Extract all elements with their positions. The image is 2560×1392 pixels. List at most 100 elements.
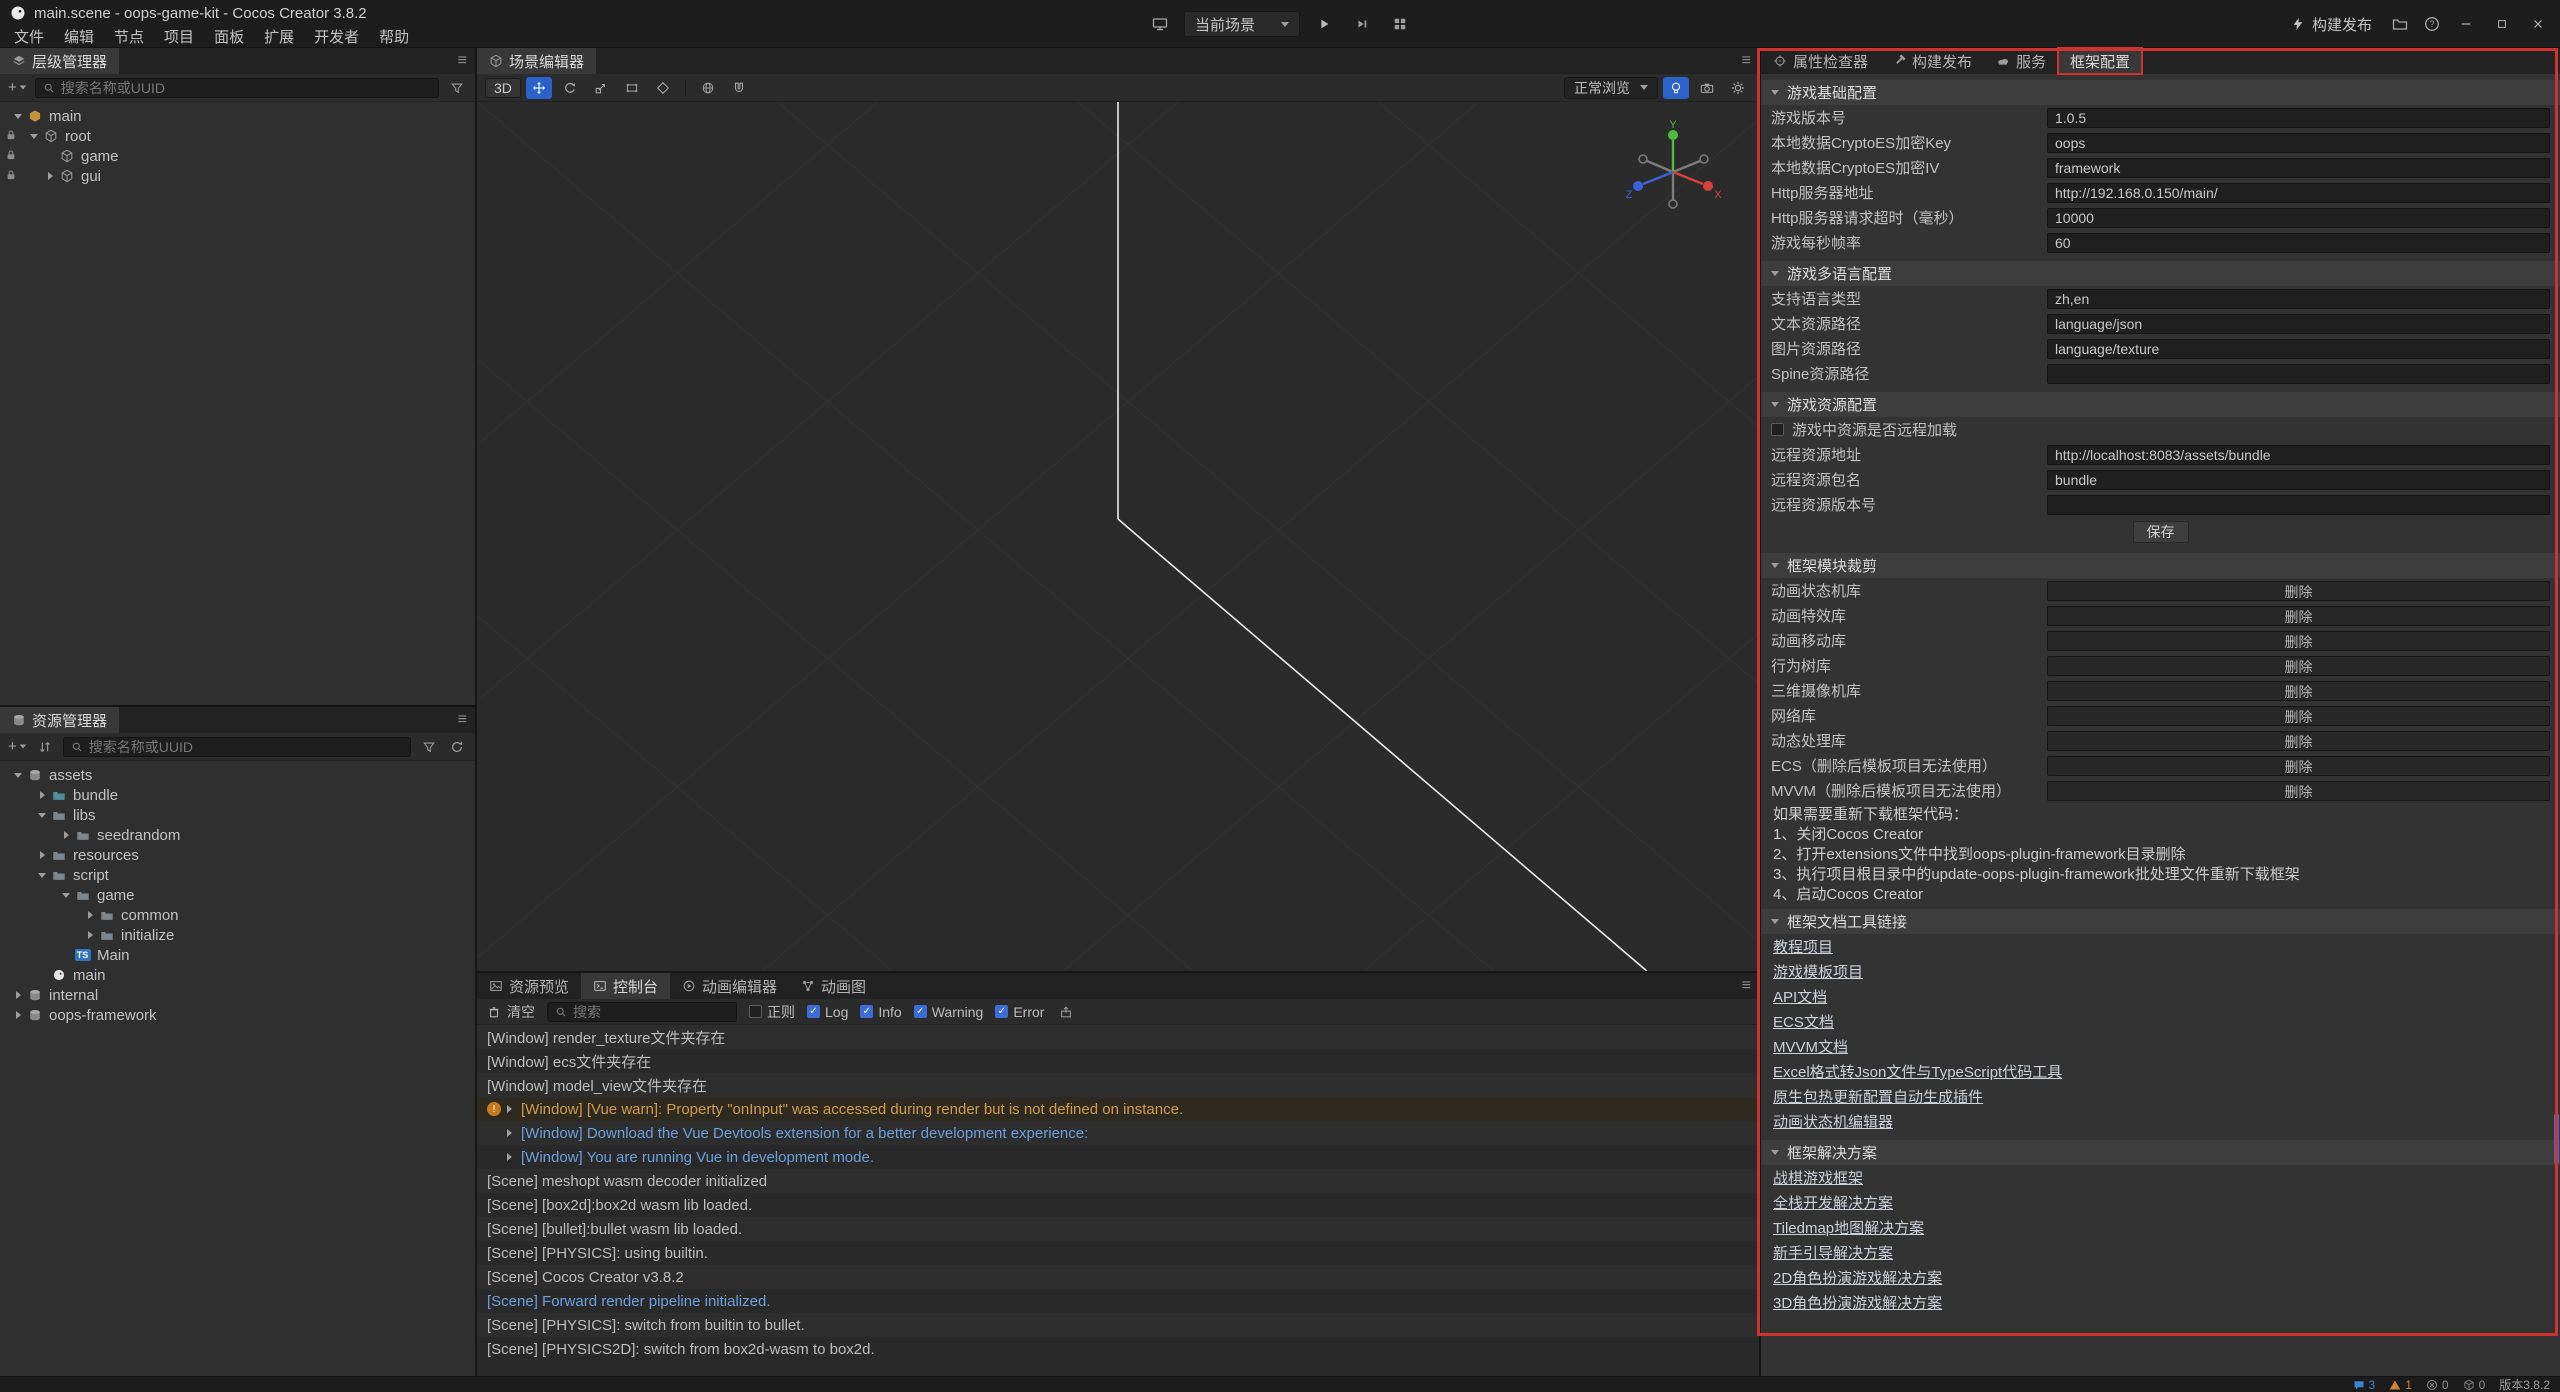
asset-row-main-scene[interactable]: main: [0, 965, 475, 985]
panel-menu-icon[interactable]: ≡: [1742, 48, 1751, 74]
build-publish-button[interactable]: 构建发布: [2281, 10, 2382, 38]
tree-row-root[interactable]: root: [0, 126, 475, 146]
menu-extension[interactable]: 扩展: [254, 26, 304, 47]
link-ecs-docs[interactable]: ECS文档: [1773, 1011, 1834, 1032]
delete-button[interactable]: 删除: [2047, 581, 2550, 601]
link-api-docs[interactable]: API文档: [1773, 986, 1827, 1007]
hierarchy-search-input[interactable]: 搜索名称或UUID: [35, 78, 439, 98]
crypto-iv-input[interactable]: [2047, 158, 2550, 178]
link-war-chess[interactable]: 战棋游戏框架: [1773, 1167, 1863, 1188]
tab-build-publish[interactable]: 构建发布: [1880, 48, 1984, 74]
expand-arrow-icon[interactable]: [507, 1153, 521, 1161]
tab-property-inspector[interactable]: 属性检查器: [1761, 48, 1880, 74]
link-2d-rpg[interactable]: 2D角色扮演游戏解决方案: [1773, 1267, 1942, 1288]
link-hotupdate-plugin[interactable]: 原生包热更新配置自动生成插件: [1773, 1086, 1983, 1107]
create-asset-button[interactable]: +: [8, 738, 27, 755]
tab-service[interactable]: 服务: [1984, 48, 2058, 74]
expand-arrow-icon[interactable]: [507, 1129, 521, 1137]
link-mvvm-docs[interactable]: MVVM文档: [1773, 1036, 1848, 1057]
transform-tool-button[interactable]: [650, 77, 676, 99]
axis-gizmo[interactable]: Y X Z: [1623, 120, 1723, 220]
link-tutorial-project[interactable]: 教程项目: [1773, 936, 1833, 957]
gear-icon[interactable]: [1725, 77, 1751, 99]
mode-3d-toggle[interactable]: 3D: [485, 78, 521, 98]
asset-row-common[interactable]: common: [0, 905, 475, 925]
menu-developer[interactable]: 开发者: [304, 26, 369, 47]
filter-icon[interactable]: [447, 78, 467, 98]
filter-error-checkbox[interactable]: ✓Error: [995, 1004, 1044, 1020]
filter-icon[interactable]: [419, 737, 439, 757]
menu-edit[interactable]: 编辑: [54, 26, 104, 47]
refresh-icon[interactable]: [447, 737, 467, 757]
asset-row-seedrandom[interactable]: seedrandom: [0, 825, 475, 845]
help-button[interactable]: [2418, 11, 2446, 37]
crypto-key-input[interactable]: [2047, 133, 2550, 153]
lock-icon[interactable]: [5, 169, 19, 183]
image-res-path-input[interactable]: [2047, 339, 2550, 359]
section-language[interactable]: 游戏多语言配置: [1761, 261, 2560, 286]
lock-icon[interactable]: [5, 149, 19, 163]
link-3d-rpg[interactable]: 3D角色扮演游戏解决方案: [1773, 1292, 1942, 1313]
link-excel-tool[interactable]: Excel格式转Json文件与TypeScript代码工具: [1773, 1061, 2062, 1082]
section-modules[interactable]: 框架模块裁剪: [1761, 553, 2560, 578]
asset-row-script[interactable]: script: [0, 865, 475, 885]
regex-checkbox[interactable]: 正则: [749, 1002, 795, 1022]
delete-button[interactable]: 删除: [2047, 606, 2550, 626]
link-template-project[interactable]: 游戏模板项目: [1773, 961, 1863, 982]
asset-row-internal[interactable]: internal: [0, 985, 475, 1005]
tab-animation-graph[interactable]: 动画图: [789, 973, 878, 999]
scene-light-toggle[interactable]: [1663, 77, 1689, 99]
section-solutions[interactable]: 框架解决方案: [1761, 1140, 2560, 1165]
http-server-input[interactable]: [2047, 183, 2550, 203]
filter-warning-checkbox[interactable]: ✓Warning: [914, 1004, 984, 1020]
remote-res-url-input[interactable]: [2047, 445, 2550, 465]
expand-arrow-icon[interactable]: [42, 172, 58, 180]
view-mode-select[interactable]: 正常浏览: [1564, 77, 1658, 99]
camera-settings-button[interactable]: [1694, 77, 1720, 99]
delete-button[interactable]: 删除: [2047, 781, 2550, 801]
lock-icon[interactable]: [5, 129, 19, 143]
delete-button[interactable]: 删除: [2047, 756, 2550, 776]
tree-row-game[interactable]: game: [0, 146, 475, 166]
preview-platform-icon[interactable]: [1146, 11, 1174, 37]
minimize-button[interactable]: [2450, 0, 2482, 48]
section-resources[interactable]: 游戏资源配置: [1761, 392, 2560, 417]
sort-icon[interactable]: [35, 737, 55, 757]
rotate-tool-button[interactable]: [557, 77, 583, 99]
export-log-icon[interactable]: [1056, 1002, 1076, 1022]
asset-row-oops-framework[interactable]: oops-framework: [0, 1005, 475, 1025]
menu-node[interactable]: 节点: [104, 26, 154, 47]
warning-count-badge[interactable]: 1: [2389, 1378, 2412, 1392]
panel-menu-icon[interactable]: ≡: [458, 707, 467, 733]
create-node-button[interactable]: +: [8, 79, 27, 96]
snap-settings-button[interactable]: [726, 77, 752, 99]
text-res-path-input[interactable]: [2047, 314, 2550, 334]
tree-row-main[interactable]: main: [0, 106, 475, 126]
delete-button[interactable]: 删除: [2047, 631, 2550, 651]
menu-project[interactable]: 项目: [154, 26, 204, 47]
open-project-folder-button[interactable]: [2386, 11, 2414, 37]
asset-row-main-ts[interactable]: TS Main: [0, 945, 475, 965]
tab-hierarchy[interactable]: 层级管理器: [0, 48, 119, 74]
link-tiledmap[interactable]: Tiledmap地图解决方案: [1773, 1217, 1924, 1238]
menu-file[interactable]: 文件: [4, 26, 54, 47]
remote-bundle-name-input[interactable]: [2047, 470, 2550, 490]
error-count-badge[interactable]: 0: [2426, 1378, 2449, 1392]
tree-row-gui[interactable]: gui: [0, 166, 475, 186]
section-game-basic[interactable]: 游戏基础配置: [1761, 80, 2560, 105]
filter-info-checkbox[interactable]: ✓Info: [860, 1004, 901, 1020]
http-timeout-input[interactable]: [2047, 208, 2550, 228]
collapse-arrow-icon[interactable]: [26, 134, 42, 139]
remote-version-input[interactable]: [2047, 495, 2550, 515]
coordinate-space-button[interactable]: [695, 77, 721, 99]
delete-button[interactable]: 删除: [2047, 706, 2550, 726]
asset-row-game[interactable]: game: [0, 885, 475, 905]
launch-scene-select[interactable]: 当前场景: [1184, 11, 1300, 37]
asset-row-resources[interactable]: resources: [0, 845, 475, 865]
rect-tool-button[interactable]: [619, 77, 645, 99]
console-search-input[interactable]: 搜索: [547, 1002, 737, 1022]
section-docs[interactable]: 框架文档工具链接: [1761, 909, 2560, 934]
step-button[interactable]: [1348, 11, 1376, 37]
asset-row-initialize[interactable]: initialize: [0, 925, 475, 945]
link-fullstack[interactable]: 全栈开发解决方案: [1773, 1192, 1893, 1213]
